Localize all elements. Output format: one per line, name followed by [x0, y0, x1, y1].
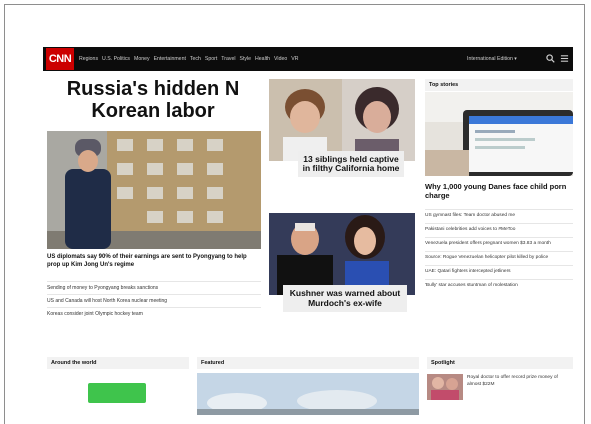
top-story-headline[interactable]: Why 1,000 young Danes face child porn ch…: [425, 182, 573, 200]
top-story-link[interactable]: Pakistani celebrities add voices to #MeT…: [425, 223, 573, 237]
lead-headline[interactable]: Russia's hidden N Korean labor: [49, 78, 257, 122]
top-story-link[interactable]: UAE: Qatari fighters intercepted jetline…: [425, 265, 573, 279]
featured-photo[interactable]: [197, 373, 419, 415]
top-story-photo[interactable]: [425, 92, 573, 176]
lead-story-photo[interactable]: [47, 131, 261, 249]
menu-icon[interactable]: [559, 54, 569, 64]
story2-photo[interactable]: [269, 213, 415, 295]
lead-link[interactable]: Koreas consider joint Olympic hockey tea…: [47, 307, 261, 320]
lead-related-links: Sending of money to Pyongyang breaks san…: [47, 281, 261, 320]
section-spotlight[interactable]: Spotlight: [427, 357, 573, 369]
nav-item-entertainment[interactable]: Entertainment: [154, 56, 186, 62]
top-story-link[interactable]: US gymnast files: Team doctor abused me: [425, 209, 573, 223]
nav-item-tech[interactable]: Tech: [190, 56, 201, 62]
story1-headline[interactable]: 13 siblings held captive in filthy Calif…: [298, 151, 404, 177]
lead-link[interactable]: US and Canada will host North Korea nucl…: [47, 294, 261, 307]
nav-item-sport[interactable]: Sport: [205, 56, 217, 62]
spotlight-headline[interactable]: Royal doctor to offer record prize money…: [467, 375, 571, 388]
spotlight-thumbnail[interactable]: [427, 374, 463, 400]
browser-frame: CNN Regions U.S. Politics Money Entertai…: [4, 4, 585, 424]
nav-item-video[interactable]: Video: [274, 56, 287, 62]
top-story-link[interactable]: Source: Rogue Venezuelan helicopter pilo…: [425, 251, 573, 265]
top-stories-label: Top stories: [425, 79, 573, 91]
top-stories-list: US gymnast files: Team doctor abused me …: [425, 209, 573, 293]
edition-selector[interactable]: International Edition ▾: [467, 47, 517, 71]
nav-item-vr[interactable]: VR: [291, 56, 298, 62]
nav-item-regions[interactable]: Regions: [79, 56, 98, 62]
top-story-link[interactable]: Venezuela president offers pregnant wome…: [425, 237, 573, 251]
story1-photo[interactable]: [269, 79, 415, 161]
nav-item-travel[interactable]: Travel: [221, 56, 235, 62]
nav-item-us-politics[interactable]: U.S. Politics: [102, 56, 130, 62]
cnn-page: CNN Regions U.S. Politics Money Entertai…: [43, 45, 573, 415]
nav-items: Regions U.S. Politics Money Entertainmen…: [79, 47, 302, 71]
search-icon[interactable]: [545, 54, 555, 64]
around-world-thumbnail[interactable]: [88, 383, 146, 403]
top-nav: CNN Regions U.S. Politics Money Entertai…: [43, 47, 573, 71]
top-story-link[interactable]: 'Bully' star accuses stuntman of molesta…: [425, 279, 573, 293]
section-featured[interactable]: Featured: [197, 357, 419, 369]
story2-headline[interactable]: Kushner was warned about Murdoch's ex-wi…: [283, 285, 407, 312]
section-around-the-world[interactable]: Around the world: [47, 357, 189, 369]
nav-item-health[interactable]: Health: [255, 56, 270, 62]
nav-item-money[interactable]: Money: [134, 56, 150, 62]
lead-link[interactable]: Sending of money to Pyongyang breaks san…: [47, 281, 261, 294]
lead-caption[interactable]: US diplomats say 90% of their earnings a…: [47, 253, 261, 269]
nav-item-style[interactable]: Style: [240, 56, 252, 62]
cnn-logo[interactable]: CNN: [46, 48, 74, 70]
